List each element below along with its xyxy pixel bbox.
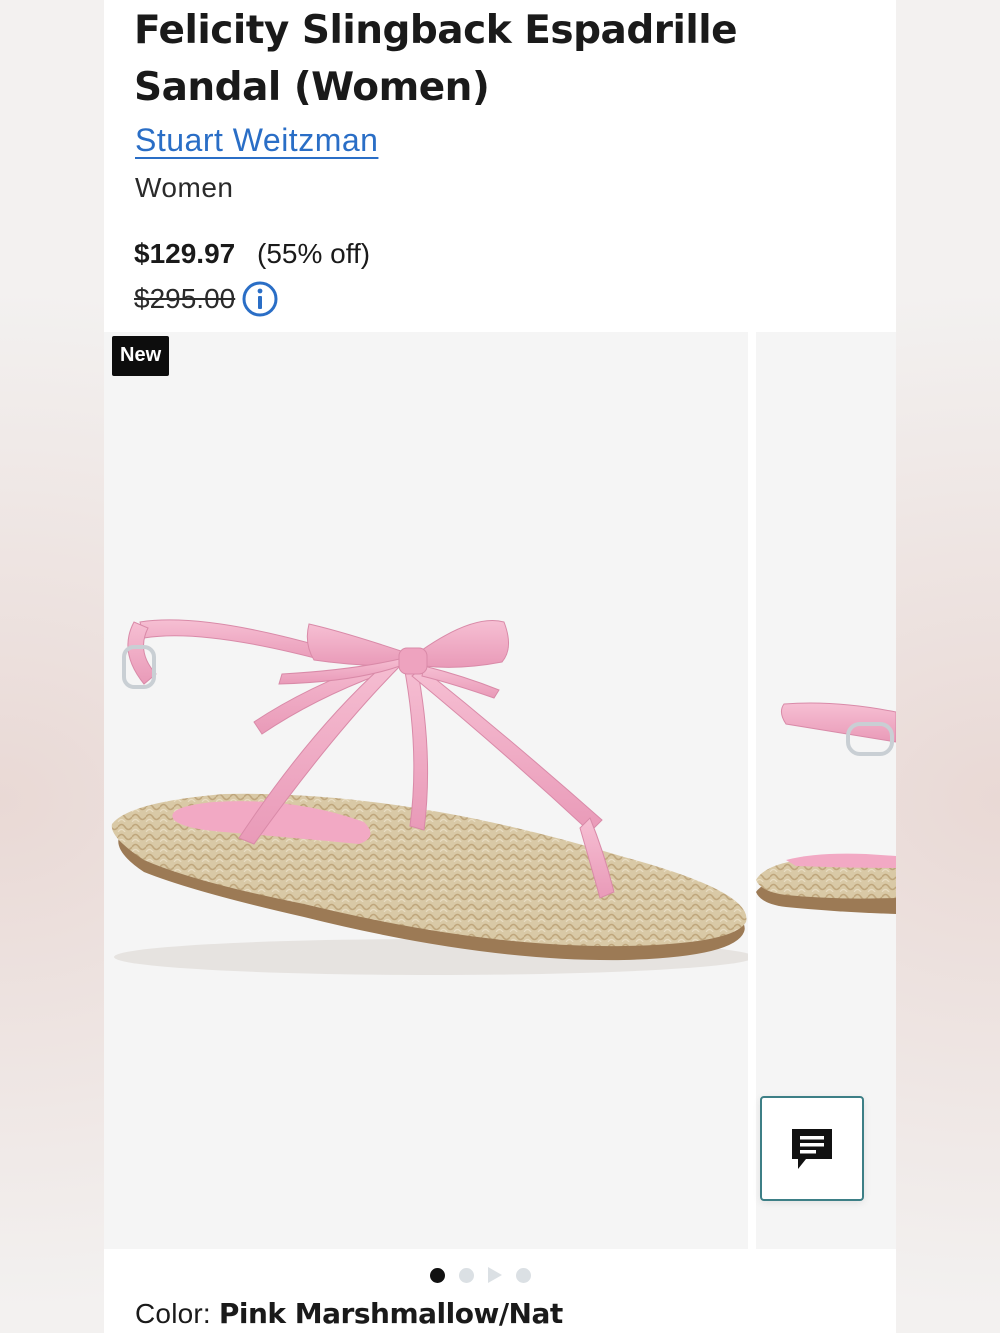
sandal-image (111, 619, 748, 975)
selected-color: Color: Pink Marshmallow/Nat (135, 1297, 563, 1330)
new-badge: New (112, 336, 170, 376)
brand-link[interactable]: Stuart Weitzman (135, 122, 378, 159)
product-page: Felicity Slingback Espadrille Sandal (Wo… (104, 0, 896, 1333)
chat-button[interactable] (760, 1096, 864, 1201)
color-value: Pink Marshmallow/Nat (218, 1297, 563, 1330)
video-play-icon[interactable] (488, 1267, 502, 1283)
original-price-row: $295.00 (134, 280, 279, 318)
color-label: Color: (135, 1298, 211, 1329)
product-category: Women (135, 172, 234, 203)
price-row: $129.97 (55% off) (134, 238, 370, 270)
gallery-dot-1[interactable] (430, 1267, 445, 1283)
info-circle-icon[interactable] (241, 280, 279, 318)
discount-percent: (55% off) (257, 238, 371, 269)
original-price: $295.00 (134, 283, 236, 314)
sale-price: $129.97 (134, 238, 236, 269)
product-image-main[interactable]: New (104, 332, 748, 1249)
chat-bubble-icon (792, 1128, 832, 1169)
product-image-gallery[interactable]: New (104, 332, 896, 1249)
gallery-dot-4[interactable] (516, 1267, 531, 1283)
product-title: Felicity Slingback Espadrille Sandal (Wo… (134, 8, 738, 110)
gallery-pagination (430, 1267, 531, 1283)
gallery-dot-2[interactable] (459, 1267, 474, 1283)
